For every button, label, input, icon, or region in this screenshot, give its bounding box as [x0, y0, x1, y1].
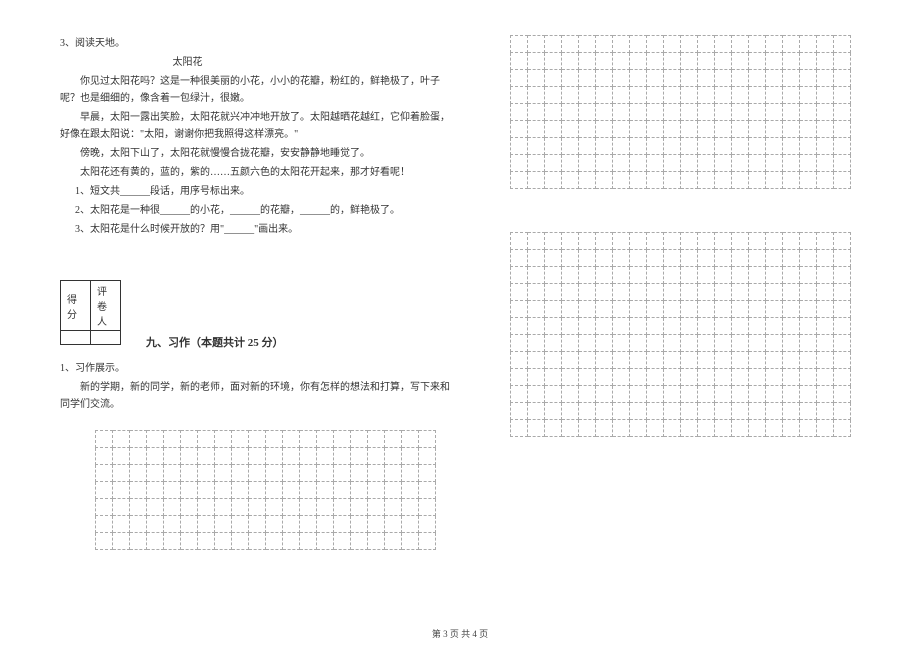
essay-prompt: 新的学期，新的同学，新的老师，面对新的环境，你有怎样的想法和打算，写下来和同学们… [60, 379, 455, 413]
page-footer: 第 3 页 共 4 页 [0, 627, 920, 640]
score-header-2: 评卷人 [91, 281, 121, 331]
sub-q2: 2、太阳花是一种很______的小花，______的花瓣，______的，鲜艳极… [60, 202, 455, 219]
passage-title: 太阳花 [60, 54, 455, 71]
passage-p4: 太阳花还有黄的，蓝的，紫的……五颜六色的太阳花开起来，那才好看呢！ [60, 164, 455, 181]
score-table: 得分 评卷人 [60, 280, 121, 345]
q3-label: 3、阅读天地。 [60, 35, 455, 52]
answer-grid-right-bottom[interactable] [510, 232, 851, 437]
passage-p3: 傍晚，太阳下山了，太阳花就慢慢合拢花瓣，安安静静地睡觉了。 [60, 145, 455, 162]
passage-p1: 你见过太阳花吗？这是一种很美丽的小花，小小的花瓣，粉红的，鲜艳极了，叶子呢？也是… [60, 73, 455, 107]
score-cell-1[interactable] [61, 331, 91, 345]
section-title: 九、习作（本题共计 25 分） [146, 334, 284, 350]
essay-label: 1、习作展示。 [60, 360, 455, 377]
passage-p2: 早晨，太阳一露出笑脸，太阳花就兴冲冲地开放了。太阳越晒花越红，它仰着脸蛋，好像在… [60, 109, 455, 143]
sub-q1: 1、短文共______段话，用序号标出来。 [60, 183, 455, 200]
answer-grid-left[interactable] [95, 430, 436, 550]
score-header-1: 得分 [61, 281, 91, 331]
sub-q3: 3、太阳花是什么时候开放的？用"______"画出来。 [60, 221, 455, 238]
score-cell-2[interactable] [91, 331, 121, 345]
answer-grid-right-top[interactable] [510, 35, 851, 189]
